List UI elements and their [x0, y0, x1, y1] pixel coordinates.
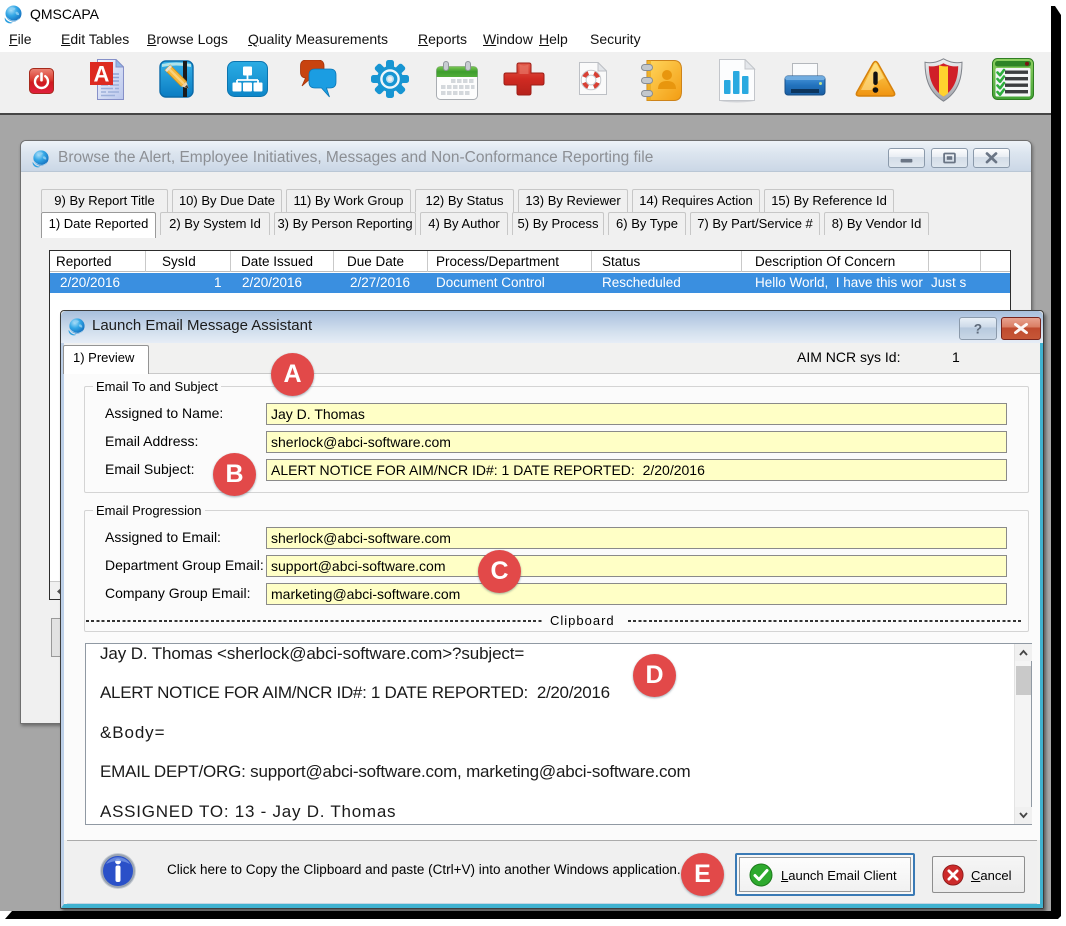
- svg-text:?: ?: [974, 322, 982, 337]
- svg-text:A: A: [94, 62, 110, 87]
